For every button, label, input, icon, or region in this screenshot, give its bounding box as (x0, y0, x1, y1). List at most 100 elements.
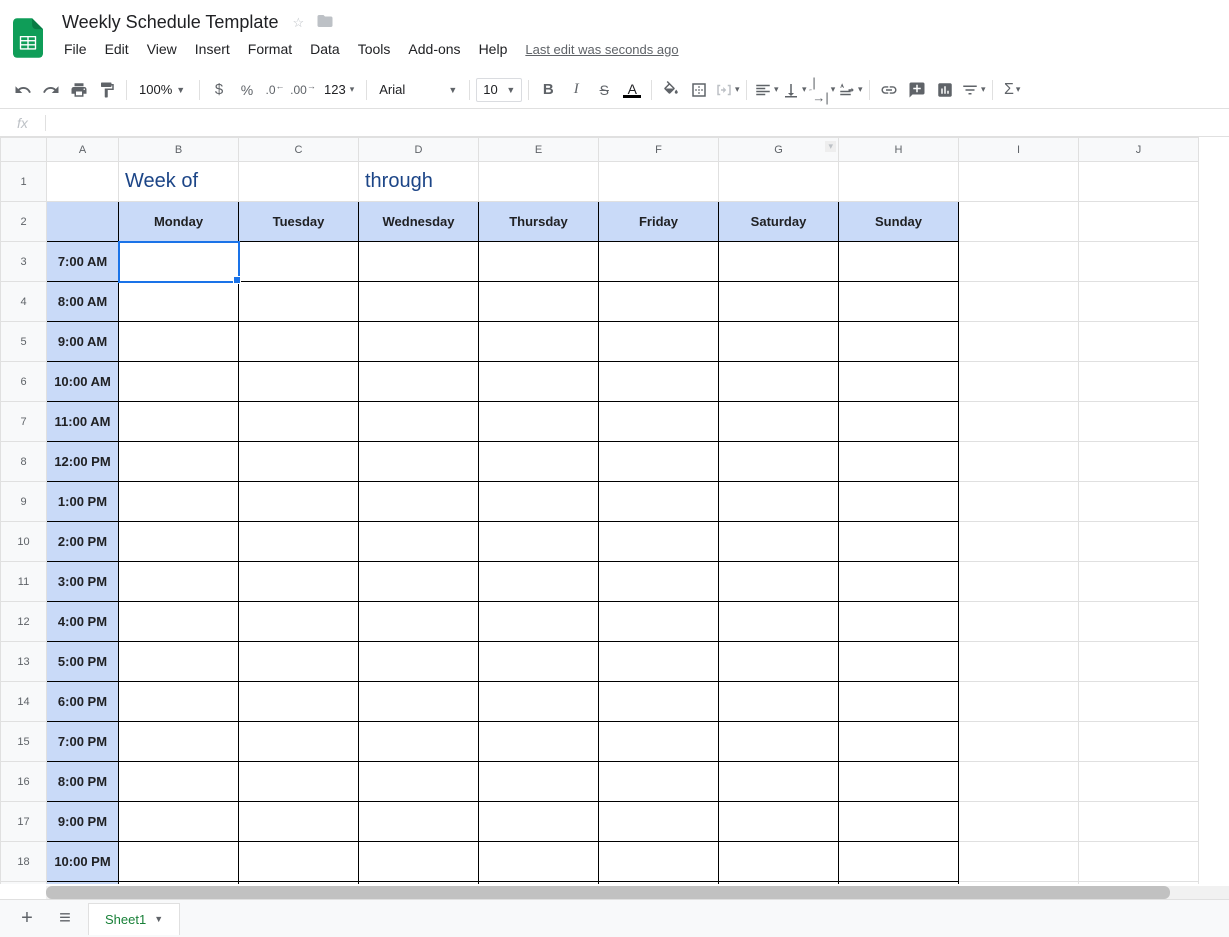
functions-button[interactable]: Σ▾ (999, 77, 1025, 103)
paint-format-button[interactable] (94, 77, 120, 103)
time-cell-10[interactable]: 2:00 PM (47, 522, 119, 562)
cell-C17[interactable] (239, 802, 359, 842)
cell-C8[interactable] (239, 442, 359, 482)
all-sheets-button[interactable]: ≡ (50, 904, 80, 934)
cell-B9[interactable] (119, 482, 239, 522)
cell-D10[interactable] (359, 522, 479, 562)
cell-I10[interactable] (959, 522, 1079, 562)
cell-I13[interactable] (959, 642, 1079, 682)
cell-G5[interactable] (719, 322, 839, 362)
cell-E11[interactable] (479, 562, 599, 602)
day-header-wednesday[interactable]: Wednesday (359, 202, 479, 242)
cell-C18[interactable] (239, 842, 359, 882)
cell-F6[interactable] (599, 362, 719, 402)
row-header-8[interactable]: 8 (1, 442, 47, 482)
bold-button[interactable]: B (535, 77, 561, 103)
cell-I19[interactable] (959, 882, 1079, 885)
cell-B5[interactable] (119, 322, 239, 362)
menu-tools[interactable]: Tools (350, 37, 399, 61)
cell-B11[interactable] (119, 562, 239, 602)
cell-H4[interactable] (839, 282, 959, 322)
redo-button[interactable] (38, 77, 64, 103)
cell-I18[interactable] (959, 842, 1079, 882)
col-header-B[interactable]: B (119, 138, 239, 162)
text-rotation-button[interactable]: ▾ (837, 77, 863, 103)
undo-button[interactable] (10, 77, 36, 103)
cell-C6[interactable] (239, 362, 359, 402)
menu-edit[interactable]: Edit (97, 37, 137, 61)
filter-button[interactable]: ▾ (960, 77, 986, 103)
fill-color-button[interactable] (658, 77, 684, 103)
cell-J6[interactable] (1079, 362, 1199, 402)
cell-F10[interactable] (599, 522, 719, 562)
cell-I11[interactable] (959, 562, 1079, 602)
cell-J17[interactable] (1079, 802, 1199, 842)
cell-E7[interactable] (479, 402, 599, 442)
cell-G19[interactable] (719, 882, 839, 885)
row-header-2[interactable]: 2 (1, 202, 47, 242)
cell-F1[interactable] (599, 162, 719, 202)
add-sheet-button[interactable]: + (12, 904, 42, 934)
cell-H3[interactable] (839, 242, 959, 282)
cell-J9[interactable] (1079, 482, 1199, 522)
cell-J19[interactable] (1079, 882, 1199, 885)
cell-I1[interactable] (959, 162, 1079, 202)
time-cell-15[interactable]: 7:00 PM (47, 722, 119, 762)
insert-comment-button[interactable] (904, 77, 930, 103)
cell-F18[interactable] (599, 842, 719, 882)
merge-cells-button[interactable]: ▾ (714, 77, 740, 103)
time-cell-6[interactable]: 10:00 AM (47, 362, 119, 402)
cell-E9[interactable] (479, 482, 599, 522)
cell-H16[interactable] (839, 762, 959, 802)
row-header-9[interactable]: 9 (1, 482, 47, 522)
cell-C11[interactable] (239, 562, 359, 602)
text-color-button[interactable]: A (619, 77, 645, 103)
increase-decimal-button[interactable]: .00→ (290, 77, 316, 103)
cell-B7[interactable] (119, 402, 239, 442)
col-header-E[interactable]: E (479, 138, 599, 162)
time-cell-4[interactable]: 8:00 AM (47, 282, 119, 322)
cell-G1[interactable] (719, 162, 839, 202)
cell-C14[interactable] (239, 682, 359, 722)
cell-G4[interactable] (719, 282, 839, 322)
format-123-dropdown[interactable]: 123▾ (318, 78, 360, 102)
cell-H17[interactable] (839, 802, 959, 842)
cell-E16[interactable] (479, 762, 599, 802)
italic-button[interactable]: I (563, 77, 589, 103)
cell-J2[interactable] (1079, 202, 1199, 242)
cell-B10[interactable] (119, 522, 239, 562)
cell-E15[interactable] (479, 722, 599, 762)
time-cell-13[interactable]: 5:00 PM (47, 642, 119, 682)
cell-F7[interactable] (599, 402, 719, 442)
col-header-A[interactable]: A (47, 138, 119, 162)
cell-F9[interactable] (599, 482, 719, 522)
row-header-6[interactable]: 6 (1, 362, 47, 402)
menu-data[interactable]: Data (302, 37, 348, 61)
currency-button[interactable]: $ (206, 77, 232, 103)
cell-G14[interactable] (719, 682, 839, 722)
menu-insert[interactable]: Insert (187, 37, 238, 61)
cell-J18[interactable] (1079, 842, 1199, 882)
cell-G12[interactable] (719, 602, 839, 642)
time-cell-16[interactable]: 8:00 PM (47, 762, 119, 802)
row-header-15[interactable]: 15 (1, 722, 47, 762)
text-wrap-button[interactable]: |→|▾ (809, 77, 835, 103)
cell-F5[interactable] (599, 322, 719, 362)
cell-D15[interactable] (359, 722, 479, 762)
cell-H10[interactable] (839, 522, 959, 562)
cell-E1[interactable] (479, 162, 599, 202)
cell-C4[interactable] (239, 282, 359, 322)
col-header-D[interactable]: D (359, 138, 479, 162)
cell-I5[interactable] (959, 322, 1079, 362)
cell-D19[interactable] (359, 882, 479, 885)
cell-B17[interactable] (119, 802, 239, 842)
cell-J14[interactable] (1079, 682, 1199, 722)
cell-D6[interactable] (359, 362, 479, 402)
cell-J8[interactable] (1079, 442, 1199, 482)
cell-E8[interactable] (479, 442, 599, 482)
cell-F17[interactable] (599, 802, 719, 842)
cell-F13[interactable] (599, 642, 719, 682)
cell-J5[interactable] (1079, 322, 1199, 362)
day-header-tuesday[interactable]: Tuesday (239, 202, 359, 242)
time-cell-18[interactable]: 10:00 PM (47, 842, 119, 882)
